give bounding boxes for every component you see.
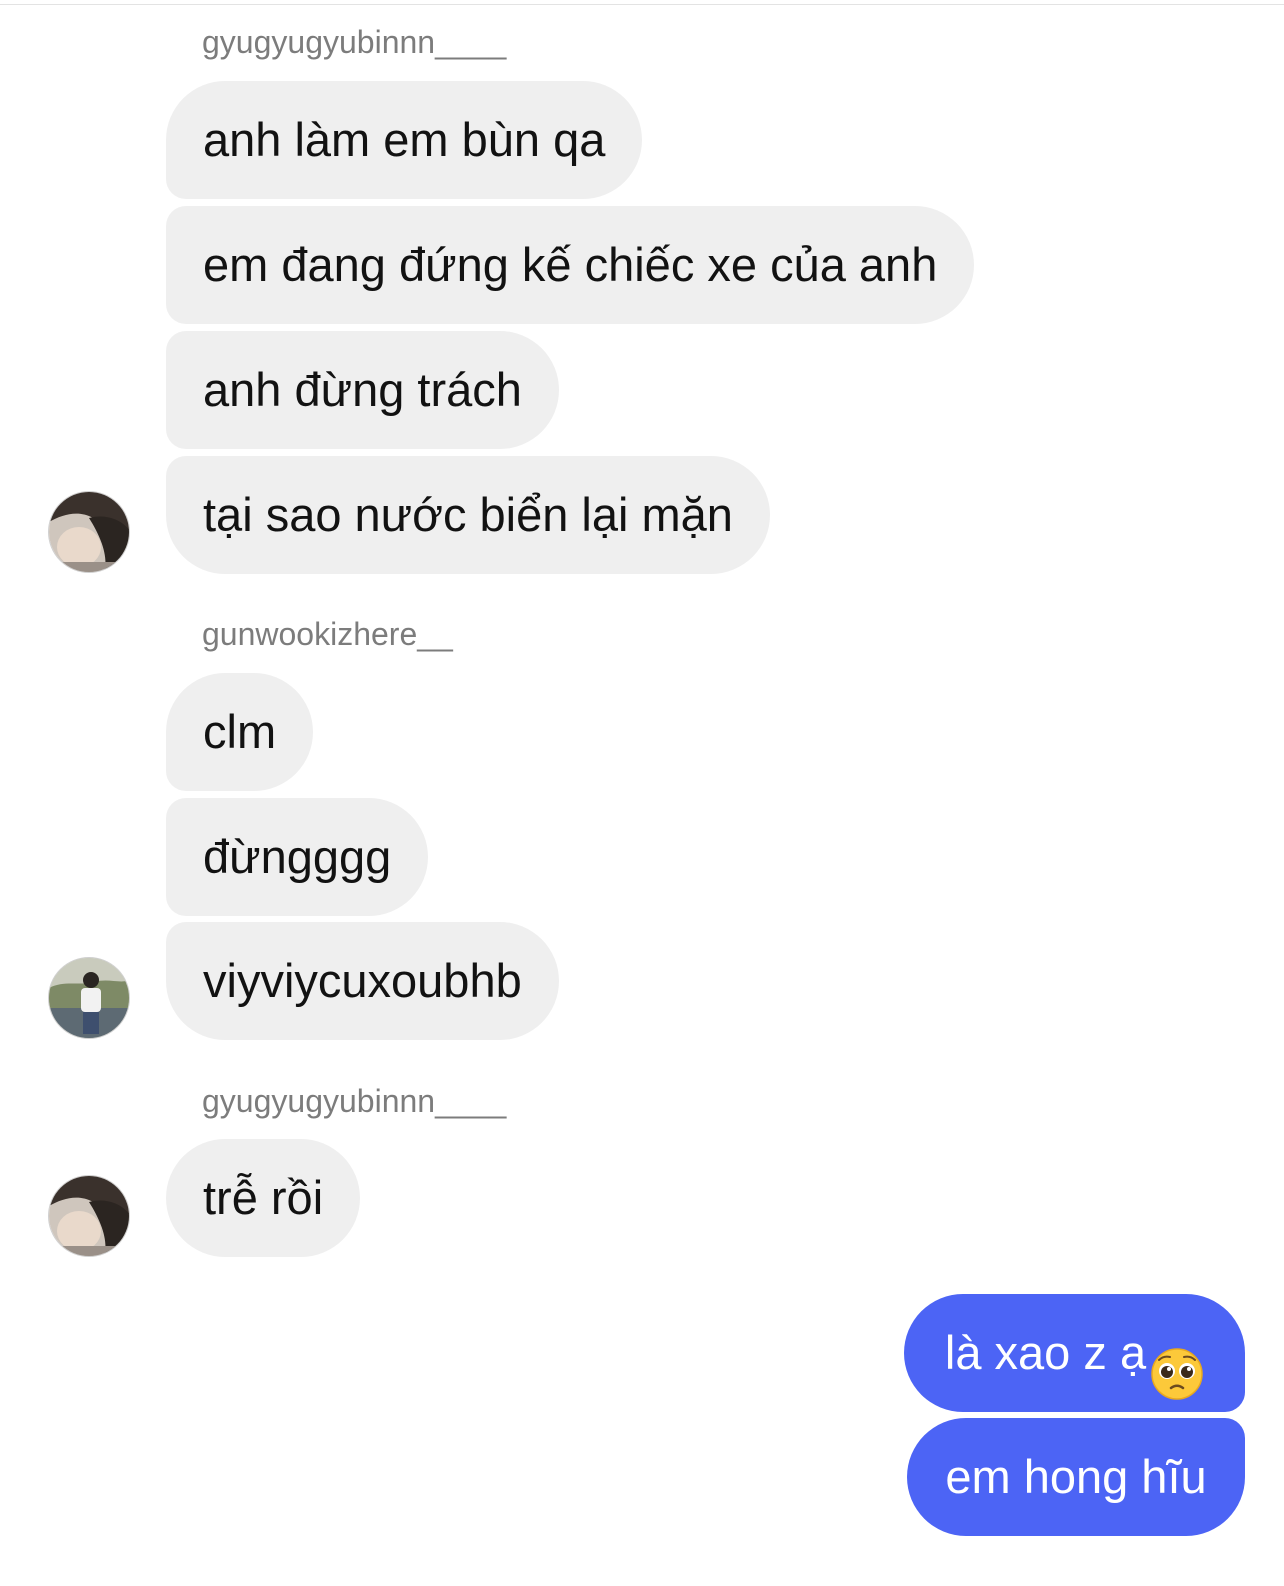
user-avatar[interactable]: [48, 957, 130, 1039]
message-bubble[interactable]: trễ rồi: [166, 1139, 361, 1257]
message-text: anh làm em bùn qa: [203, 113, 606, 166]
message-bubble[interactable]: tại sao nước biển lại mặn: [166, 456, 770, 574]
avatar-photo: [49, 1176, 129, 1256]
user-avatar[interactable]: [48, 491, 130, 573]
message-bubble[interactable]: viyviycuxoubhb: [166, 922, 559, 1040]
outgoing-message-bubble[interactable]: là xao z ạ: [904, 1294, 1245, 1412]
outgoing-message-bubble[interactable]: em hong hĩu: [907, 1418, 1245, 1536]
message-text: anh đừng trách: [203, 363, 522, 416]
top-divider: [0, 4, 1284, 5]
message-bubble[interactable]: anh đừng trách: [166, 331, 559, 449]
message-bubble[interactable]: em đang đứng kế chiếc xe của anh: [166, 206, 975, 324]
avatar-photo: [49, 958, 129, 1038]
message-text: đừngggg: [203, 830, 392, 883]
message-bubble[interactable]: clm: [166, 673, 314, 791]
message-bubble[interactable]: anh làm em bùn qa: [166, 81, 643, 199]
sender-name: gyugyugyubinnn____: [202, 24, 507, 60]
message-text: clm: [203, 705, 277, 758]
user-avatar[interactable]: [48, 1175, 130, 1257]
message-text: em hong hĩu: [945, 1450, 1207, 1503]
sender-name: gunwookizhere__: [202, 616, 453, 652]
message-bubble[interactable]: đừngggg: [166, 798, 429, 916]
pleading-face-emoji-icon: [1150, 1326, 1204, 1400]
avatar-photo: [49, 492, 129, 572]
sender-name: gyugyugyubinnn____: [202, 1083, 507, 1119]
message-text: tại sao nước biển lại mặn: [203, 488, 733, 541]
message-text: là xao z ạ: [944, 1326, 1147, 1379]
message-text: em đang đứng kế chiếc xe của anh: [203, 238, 938, 291]
message-text: viyviycuxoubhb: [203, 954, 522, 1007]
message-text: trễ rồi: [203, 1171, 324, 1224]
